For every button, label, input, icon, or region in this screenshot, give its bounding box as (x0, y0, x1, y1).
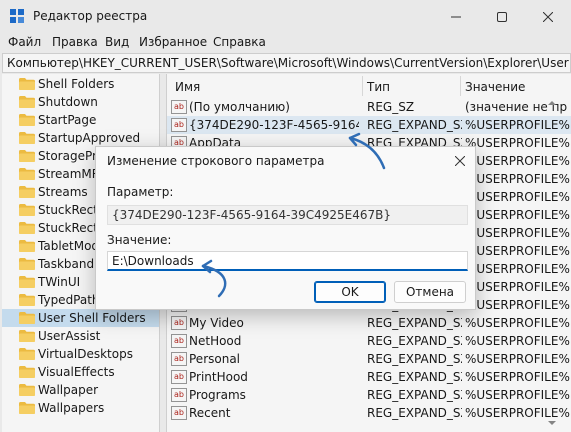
cancel-button[interactable]: Отмена (394, 281, 466, 303)
close-icon (455, 156, 465, 166)
dialog-title: Изменение строкового параметра (107, 154, 325, 168)
registry-editor-window: Редактор реестра Файл Правка Вид Избранн… (0, 0, 571, 432)
dialog-close-button[interactable] (448, 150, 472, 172)
value-data-input[interactable]: E:\Downloads (107, 251, 468, 271)
ok-button[interactable]: OK (314, 281, 386, 303)
edit-string-dialog: Изменение строкового параметра Параметр:… (95, 146, 476, 310)
param-label: Параметр: (107, 185, 174, 199)
param-name-field: {374DE290-123F-4565-9164-39C4925E467B} (107, 205, 468, 225)
value-label: Значение: (107, 233, 172, 247)
